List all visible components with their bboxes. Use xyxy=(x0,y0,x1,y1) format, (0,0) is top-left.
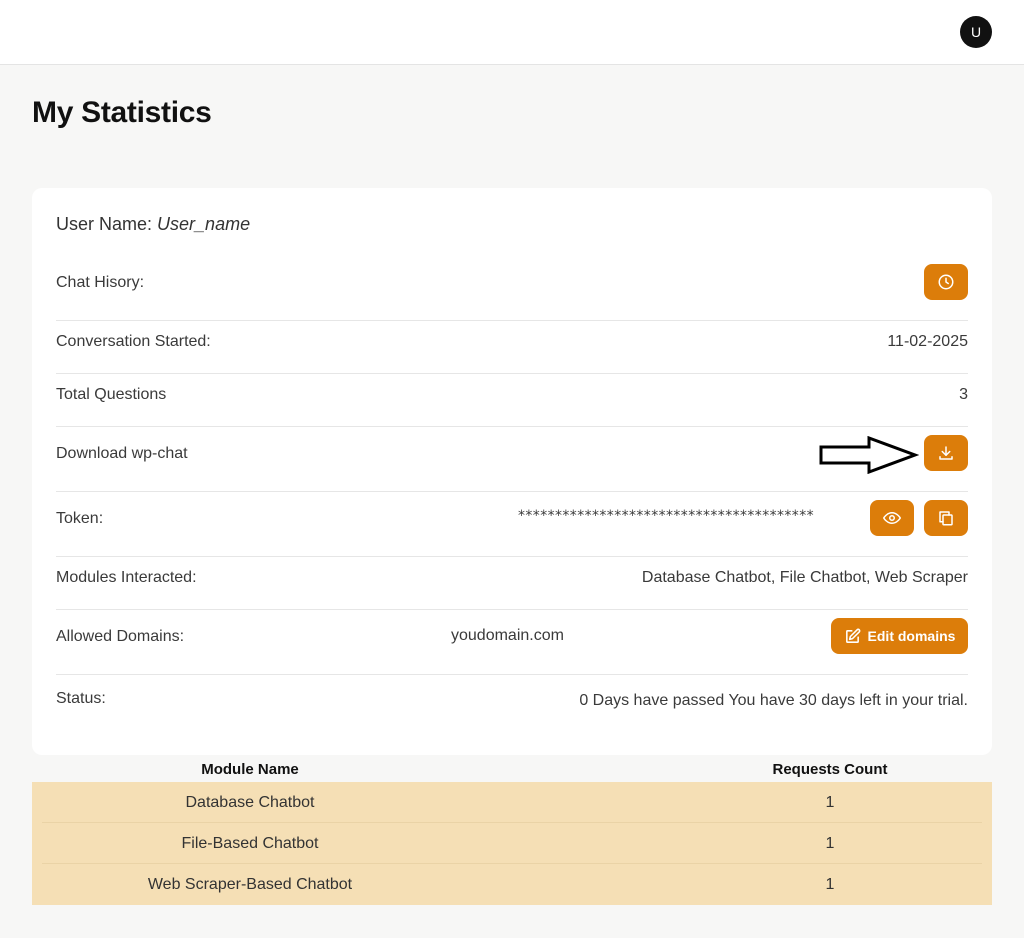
chat-history-label: Chat Hisory: xyxy=(56,274,145,291)
download-icon xyxy=(939,446,953,460)
token-masked-value: **************************************** xyxy=(518,508,814,524)
column-header-module-name: Module Name xyxy=(201,761,299,778)
arrow-right-icon xyxy=(819,436,919,474)
divider xyxy=(56,320,968,321)
conversation-started-label: Conversation Started: xyxy=(56,333,211,350)
table-row: Database Chatbot 1 xyxy=(32,782,992,823)
token-view-button[interactable] xyxy=(870,500,914,536)
token-label: Token: xyxy=(56,510,104,527)
token-copy-button[interactable] xyxy=(924,500,968,536)
divider xyxy=(56,426,968,427)
requests-count-cell: 1 xyxy=(825,794,835,811)
top-bar: U xyxy=(0,0,1024,65)
edit-domains-label: Edit domains xyxy=(867,628,956,644)
status-label: Status: xyxy=(56,690,106,707)
total-questions-value: 3 xyxy=(959,386,968,403)
username: User Name: User_name xyxy=(56,214,250,235)
divider xyxy=(56,609,968,610)
chat-history-button[interactable] xyxy=(924,264,968,300)
download-button[interactable] xyxy=(924,435,968,471)
allowed-domains-value: youdomain.com xyxy=(451,627,564,644)
divider xyxy=(56,674,968,675)
edit-domains-button[interactable]: Edit domains xyxy=(831,618,968,654)
page-title: My Statistics xyxy=(32,96,212,129)
eye-icon xyxy=(883,512,901,524)
requests-count-cell: 1 xyxy=(825,876,835,893)
clock-icon xyxy=(938,274,954,290)
modules-interacted-value: Database Chatbot, File Chatbot, Web Scra… xyxy=(641,569,968,586)
module-name-cell: File-Based Chatbot xyxy=(181,835,319,852)
user-avatar[interactable]: U xyxy=(960,16,992,48)
table-row: Web Scraper-Based Chatbot 1 xyxy=(32,864,992,905)
download-label: Download wp-chat xyxy=(56,445,188,462)
divider xyxy=(56,556,968,557)
requests-count-cell: 1 xyxy=(825,835,835,852)
module-name-cell: Database Chatbot xyxy=(185,794,315,811)
divider xyxy=(56,491,968,492)
status-value: 0 Days have passed You have 30 days left… xyxy=(579,692,968,709)
edit-icon xyxy=(845,628,860,643)
modules-interacted-label: Modules Interacted: xyxy=(56,569,197,586)
total-questions-label: Total Questions xyxy=(56,386,167,403)
divider xyxy=(56,373,968,374)
table-header: Module Name Requests Count xyxy=(32,758,992,782)
module-name-cell: Web Scraper-Based Chatbot xyxy=(147,876,353,893)
username-value: User_name xyxy=(157,214,251,234)
copy-icon xyxy=(939,511,953,526)
table-row: File-Based Chatbot 1 xyxy=(32,823,992,864)
conversation-started-value: 11-02-2025 xyxy=(887,333,968,350)
column-header-requests-count: Requests Count xyxy=(772,761,888,778)
username-label: User Name: xyxy=(56,214,153,234)
allowed-domains-label: Allowed Domains: xyxy=(56,628,185,645)
